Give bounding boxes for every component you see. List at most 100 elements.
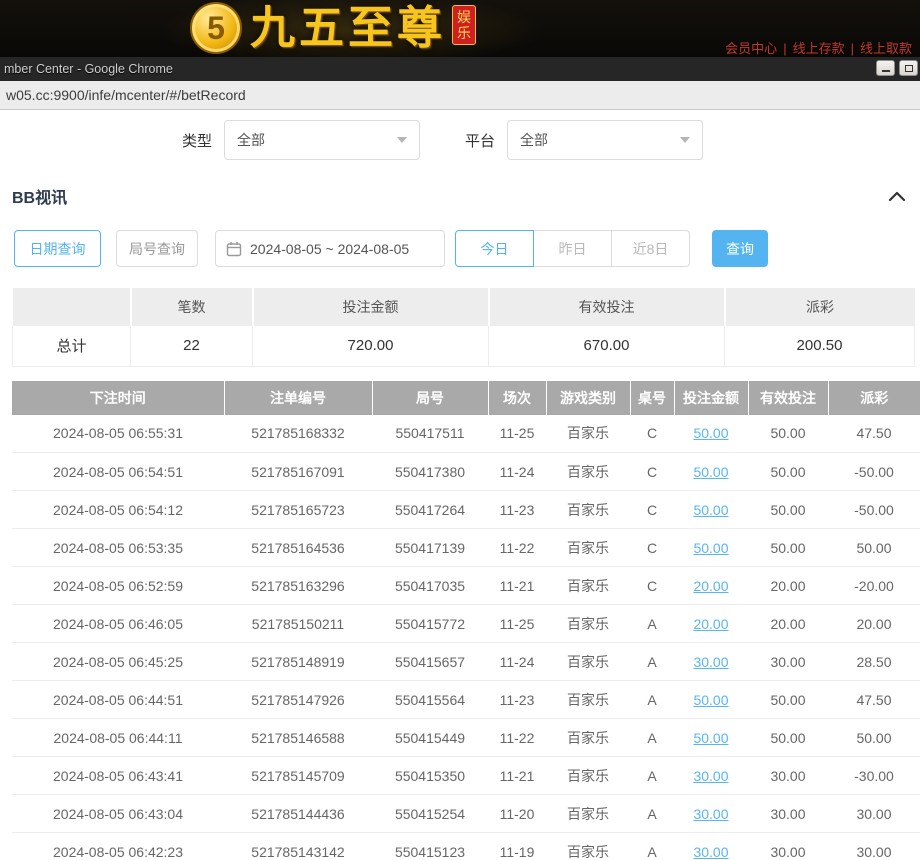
- header-payout: 派彩: [828, 381, 920, 415]
- header-bet-amount: 投注金额: [674, 381, 748, 415]
- summary-header-valid-bet: 有效投注: [489, 288, 725, 326]
- cell-game: 百家乐: [546, 605, 630, 643]
- nav-online-withdraw[interactable]: 线上取款: [860, 41, 912, 56]
- bet-amount-link[interactable]: 20.00: [693, 616, 728, 632]
- summary-header-row: 笔数 投注金额 有效投注 派彩: [13, 288, 915, 326]
- cell-payout: -50.00: [828, 491, 920, 529]
- browser-urlbar[interactable]: w05.cc:9900/infe/mcenter/#/betRecord: [0, 81, 920, 110]
- cell-round: 550415254: [372, 795, 488, 833]
- table-row: 2024-08-05 06:55:31521785168332550417511…: [12, 415, 920, 453]
- cell-valid: 20.00: [748, 567, 828, 605]
- filter-row: 类型 全部 平台 全部: [182, 120, 920, 160]
- header-round: 局号: [372, 381, 488, 415]
- bet-amount-link[interactable]: 30.00: [693, 768, 728, 784]
- cell-round: 550415123: [372, 833, 488, 860]
- bet-amount-link[interactable]: 50.00: [693, 464, 728, 480]
- top-nav: 会员中心|线上存款|线上取款: [725, 38, 912, 57]
- cell-session: 11-22: [488, 719, 546, 757]
- platform-select[interactable]: 全部: [507, 120, 703, 160]
- calendar-icon: [226, 241, 242, 257]
- cell-session: 11-21: [488, 567, 546, 605]
- collapse-button[interactable]: [888, 191, 906, 202]
- bet-amount-link[interactable]: 30.00: [693, 806, 728, 822]
- summary-header-blank: [13, 288, 131, 326]
- cell-bet-id: 521785164536: [224, 529, 372, 567]
- header-bet-time: 下注时间: [12, 381, 224, 415]
- cell-bet: 20.00: [674, 605, 748, 643]
- search-button[interactable]: 查询: [712, 230, 768, 267]
- bet-amount-link[interactable]: 50.00: [693, 730, 728, 746]
- cell-round: 550417264: [372, 491, 488, 529]
- table-row: 2024-08-05 06:54:12521785165723550417264…: [12, 491, 920, 529]
- cell-bet-id: 521785144436: [224, 795, 372, 833]
- table-row: 2024-08-05 06:43:41521785145709550415350…: [12, 757, 920, 795]
- bet-amount-link[interactable]: 50.00: [693, 540, 728, 556]
- date-range-input[interactable]: 2024-08-05 ~ 2024-08-05: [215, 230, 445, 267]
- header-valid-bet: 有效投注: [748, 381, 828, 415]
- cell-valid: 50.00: [748, 529, 828, 567]
- coin-logo-icon: 5: [190, 2, 242, 54]
- cell-game: 百家乐: [546, 833, 630, 860]
- summary-header-count: 笔数: [131, 288, 253, 326]
- bet-table: 下注时间 注单编号 局号 场次 游戏类别 桌号 投注金额 有效投注 派彩 202…: [12, 381, 920, 860]
- bet-amount-link[interactable]: 50.00: [693, 692, 728, 708]
- cell-payout: 20.00: [828, 605, 920, 643]
- bet-amount-link[interactable]: 30.00: [693, 654, 728, 670]
- cell-table-no: C: [630, 491, 674, 529]
- cell-payout: 50.00: [828, 529, 920, 567]
- cell-bet-id: 521785146588: [224, 719, 372, 757]
- bet-amount-link[interactable]: 30.00: [693, 844, 728, 860]
- summary-valid-bet: 670.00: [489, 326, 725, 366]
- bet-amount-link[interactable]: 50.00: [693, 425, 728, 441]
- logo-badge: 娱乐: [452, 5, 476, 45]
- cell-bet: 30.00: [674, 757, 748, 795]
- bet-amount-link[interactable]: 50.00: [693, 502, 728, 518]
- table-row: 2024-08-05 06:53:35521785164536550417139…: [12, 529, 920, 567]
- table-row: 2024-08-05 06:43:04521785144436550415254…: [12, 795, 920, 833]
- type-select[interactable]: 全部: [224, 120, 420, 160]
- table-row: 2024-08-05 06:54:51521785167091550417380…: [12, 453, 920, 491]
- cell-session: 11-20: [488, 795, 546, 833]
- summary-total-label: 总计: [13, 326, 131, 366]
- header-game-type: 游戏类别: [546, 381, 630, 415]
- cell-bet: 50.00: [674, 719, 748, 757]
- yesterday-button[interactable]: 昨日: [533, 230, 612, 267]
- minimize-button[interactable]: [876, 60, 895, 76]
- header-session: 场次: [488, 381, 546, 415]
- summary-value-row: 总计 22 720.00 670.00 200.50: [13, 326, 915, 366]
- cell-valid: 30.00: [748, 795, 828, 833]
- window-title: mber Center - Google Chrome: [4, 62, 173, 76]
- date-range-value: 2024-08-05 ~ 2024-08-05: [250, 241, 409, 257]
- cell-round: 550415772: [372, 605, 488, 643]
- cell-session: 11-23: [488, 681, 546, 719]
- nav-online-deposit[interactable]: 线上存款: [793, 41, 845, 56]
- date-query-button[interactable]: 日期查询: [14, 230, 101, 267]
- last8days-button[interactable]: 近8日: [611, 230, 690, 267]
- summary-header-bet-amount: 投注金额: [253, 288, 489, 326]
- bet-amount-link[interactable]: 20.00: [693, 578, 728, 594]
- section-header: BB视讯: [12, 184, 906, 208]
- round-query-button[interactable]: 局号查询: [116, 230, 198, 267]
- cell-round: 550415564: [372, 681, 488, 719]
- cell-table-no: C: [630, 529, 674, 567]
- maximize-button[interactable]: [899, 60, 918, 76]
- today-button[interactable]: 今日: [455, 230, 534, 267]
- cell-table-no: A: [630, 605, 674, 643]
- cell-game: 百家乐: [546, 567, 630, 605]
- cell-valid: 50.00: [748, 491, 828, 529]
- cell-table-no: C: [630, 453, 674, 491]
- table-row: 2024-08-05 06:45:25521785148919550415657…: [12, 643, 920, 681]
- cell-game: 百家乐: [546, 453, 630, 491]
- header-table-no: 桌号: [630, 381, 674, 415]
- cell-bet: 50.00: [674, 529, 748, 567]
- url-text: w05.cc:9900/infe/mcenter/#/betRecord: [6, 87, 246, 103]
- nav-member-center[interactable]: 会员中心: [725, 41, 777, 56]
- summary-bet-amount: 720.00: [253, 326, 489, 366]
- cell-session: 11-24: [488, 453, 546, 491]
- minimize-icon: [882, 70, 890, 72]
- cell-time: 2024-08-05 06:42:23: [12, 833, 224, 860]
- bet-table-body: 2024-08-05 06:55:31521785168332550417511…: [12, 415, 920, 860]
- cell-bet-id: 521785150211: [224, 605, 372, 643]
- cell-time: 2024-08-05 06:55:31: [12, 415, 224, 453]
- cell-bet-id: 521785147926: [224, 681, 372, 719]
